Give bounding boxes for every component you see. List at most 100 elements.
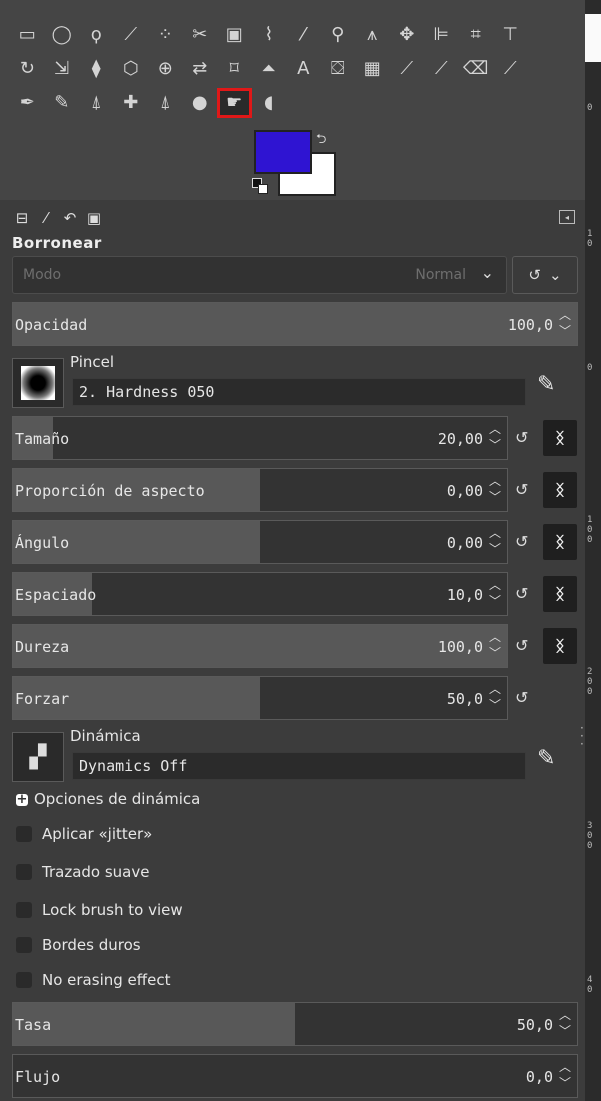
- mypaint-brush-icon[interactable]: ✎: [45, 88, 80, 118]
- foreground-color-swatch[interactable]: [254, 130, 312, 174]
- free-select-icon[interactable]: ϙ: [79, 20, 114, 50]
- edit-dynamics-icon[interactable]: ✎: [537, 746, 555, 771]
- eraser-tool-icon[interactable]: ⌫: [459, 54, 494, 84]
- dynamics-options-expander[interactable]: + Opciones de dinámica: [16, 790, 200, 808]
- link-spacing-icon[interactable]: ᛝ: [543, 576, 577, 612]
- select-by-color-icon[interactable]: ⁘: [148, 20, 183, 50]
- dynamics-thumbnail[interactable]: ▞: [12, 732, 64, 782]
- spin-arrows-icon[interactable]: ︿ ﹀: [487, 577, 503, 613]
- jitter-checkbox[interactable]: Aplicar «jitter»: [16, 824, 152, 844]
- rate-row: Tasa 50,0 ︿ ﹀: [12, 1002, 578, 1046]
- flip-tool-icon[interactable]: ⇄: [183, 54, 218, 84]
- dock-menu-icon[interactable]: ◂: [559, 210, 575, 224]
- force-scale[interactable]: Forzar 50,0 ︿ ﹀: [12, 676, 508, 720]
- reset-size-icon[interactable]: ↺: [515, 428, 528, 447]
- hard-edges-checkbox[interactable]: Bordes duros: [16, 935, 141, 955]
- bucket-fill-icon[interactable]: ⛋: [321, 54, 356, 84]
- 3d-transform-icon[interactable]: ⊕: [148, 54, 183, 84]
- reset-spacing-icon[interactable]: ↺: [515, 584, 528, 603]
- aspect-scale[interactable]: Proporción de aspecto 0,00 ︿ ﹀: [12, 468, 508, 512]
- link-size-icon[interactable]: ᛝ: [543, 420, 577, 456]
- measure-tool-icon[interactable]: ⩚: [355, 20, 390, 50]
- perspective-tool-icon[interactable]: ⬡: [114, 54, 149, 84]
- reset-aspect-icon[interactable]: ↺: [515, 480, 528, 499]
- warp-transform-icon[interactable]: ⏶: [252, 54, 287, 84]
- ink-tool-icon[interactable]: ✒: [10, 88, 45, 118]
- flow-scale[interactable]: Flujo 0,0 ︿ ﹀: [12, 1054, 578, 1098]
- cage-transform-icon[interactable]: ⌑: [217, 54, 252, 84]
- link-angle-icon[interactable]: ᛝ: [543, 524, 577, 560]
- checkbox-box[interactable]: [16, 937, 32, 953]
- link-aspect-icon[interactable]: ᛝ: [543, 472, 577, 508]
- dynamics-name-field[interactable]: Dynamics Off: [72, 752, 526, 780]
- mode-extra-button[interactable]: ↺ ⌄: [512, 256, 578, 294]
- spin-arrows-icon[interactable]: ︿ ﹀: [487, 629, 503, 665]
- aspect-value: 0,00: [446, 482, 483, 500]
- tab-tool-options[interactable]: ⊟: [10, 206, 34, 230]
- dodge-burn-icon[interactable]: ◖: [252, 88, 287, 118]
- lock-brush-checkbox[interactable]: Lock brush to view: [16, 900, 183, 920]
- scale-tool-icon[interactable]: ⇲: [45, 54, 80, 84]
- unified-transform-icon[interactable]: ⊤: [493, 20, 528, 50]
- text-tool-icon[interactable]: A: [286, 54, 321, 84]
- heal-tool-icon[interactable]: ✚: [114, 88, 149, 118]
- perspective-clone-icon[interactable]: ⍋: [148, 88, 183, 118]
- paintbrush-tool-icon[interactable]: ⟋: [424, 54, 459, 84]
- dynamics-section: ▞ Dinámica Dynamics Off ✎: [12, 727, 578, 788]
- rotate-tool-icon[interactable]: ↻: [10, 54, 45, 84]
- align-tool-icon[interactable]: ⊫: [424, 20, 459, 50]
- ruler-mark: 1: [587, 515, 593, 525]
- mode-select[interactable]: Modo Normal ⌄: [12, 256, 507, 294]
- hardness-scale[interactable]: Dureza 100,0 ︿ ﹀: [12, 624, 508, 668]
- reset-colors-icon[interactable]: [252, 178, 270, 194]
- spin-arrows-icon[interactable]: ︿ ﹀: [487, 473, 503, 509]
- tab-device-status[interactable]: ⁄: [34, 206, 58, 230]
- rate-scale[interactable]: Tasa 50,0 ︿ ﹀: [12, 1002, 578, 1046]
- crop-tool-icon[interactable]: ⌗: [459, 20, 494, 50]
- spin-arrows-icon[interactable]: ︿ ﹀: [557, 1059, 573, 1095]
- reset-angle-icon[interactable]: ↺: [515, 532, 528, 551]
- lock-label: Lock brush to view: [42, 901, 183, 919]
- foreground-select-icon[interactable]: ▣: [217, 20, 252, 50]
- brush-thumbnail[interactable]: [12, 358, 64, 408]
- checkbox-box[interactable]: [16, 902, 32, 918]
- clone-tool-icon[interactable]: ⍋: [79, 88, 114, 118]
- no-erasing-checkbox[interactable]: No erasing effect: [16, 970, 170, 990]
- size-scale[interactable]: Tamaño 20,00 ︿ ﹀: [12, 416, 508, 460]
- tab-images[interactable]: ▣: [82, 206, 106, 230]
- pane-resize-handle[interactable]: · · ·: [580, 722, 584, 750]
- spin-arrows-icon[interactable]: ︿ ﹀: [487, 525, 503, 561]
- spin-arrows-icon[interactable]: ︿ ﹀: [557, 307, 573, 343]
- brush-name-field[interactable]: 2. Hardness 050: [72, 378, 526, 406]
- checkbox-box[interactable]: [16, 864, 32, 880]
- link-hardness-icon[interactable]: ᛝ: [543, 628, 577, 664]
- checkbox-box[interactable]: [16, 826, 32, 842]
- paths-tool-icon[interactable]: ⌇: [252, 20, 287, 50]
- edit-brush-icon[interactable]: ✎: [537, 372, 555, 397]
- zoom-tool-icon[interactable]: ⚲: [321, 20, 356, 50]
- spacing-scale[interactable]: Espaciado 10,0 ︿ ﹀: [12, 572, 508, 616]
- blur-sharpen-icon[interactable]: ●: [183, 88, 218, 118]
- opacity-scale[interactable]: Opacidad 100,0 ︿ ﹀: [12, 302, 578, 346]
- swap-colors-icon[interactable]: ⮌: [316, 130, 326, 152]
- smudge-tool-icon[interactable]: ☛: [217, 88, 252, 118]
- reset-hardness-icon[interactable]: ↺: [515, 636, 528, 655]
- checkbox-box[interactable]: [16, 972, 32, 988]
- color-picker-icon[interactable]: ⁄: [286, 20, 321, 50]
- fuzzy-select-icon[interactable]: ⟋: [114, 20, 149, 50]
- angle-scale[interactable]: Ángulo 0,00 ︿ ﹀: [12, 520, 508, 564]
- spin-arrows-icon[interactable]: ︿ ﹀: [487, 681, 503, 717]
- shear-tool-icon[interactable]: ⧫: [79, 54, 114, 84]
- pencil-tool-icon[interactable]: ⟋: [390, 54, 425, 84]
- gradient-tool-icon[interactable]: ▦: [355, 54, 390, 84]
- spin-arrows-icon[interactable]: ︿ ﹀: [487, 421, 503, 457]
- reset-force-icon[interactable]: ↺: [515, 688, 528, 707]
- airbrush-tool-icon[interactable]: ⟋: [493, 54, 528, 84]
- scissors-select-icon[interactable]: ✂: [183, 20, 218, 50]
- ellipse-select-icon[interactable]: ◯: [45, 20, 80, 50]
- spin-arrows-icon[interactable]: ︿ ﹀: [557, 1007, 573, 1043]
- smooth-stroke-checkbox[interactable]: Trazado suave: [16, 862, 149, 882]
- move-tool-icon[interactable]: ✥: [390, 20, 425, 50]
- rect-select-icon[interactable]: ▭: [10, 20, 45, 50]
- tab-undo-history[interactable]: ↶: [58, 206, 82, 230]
